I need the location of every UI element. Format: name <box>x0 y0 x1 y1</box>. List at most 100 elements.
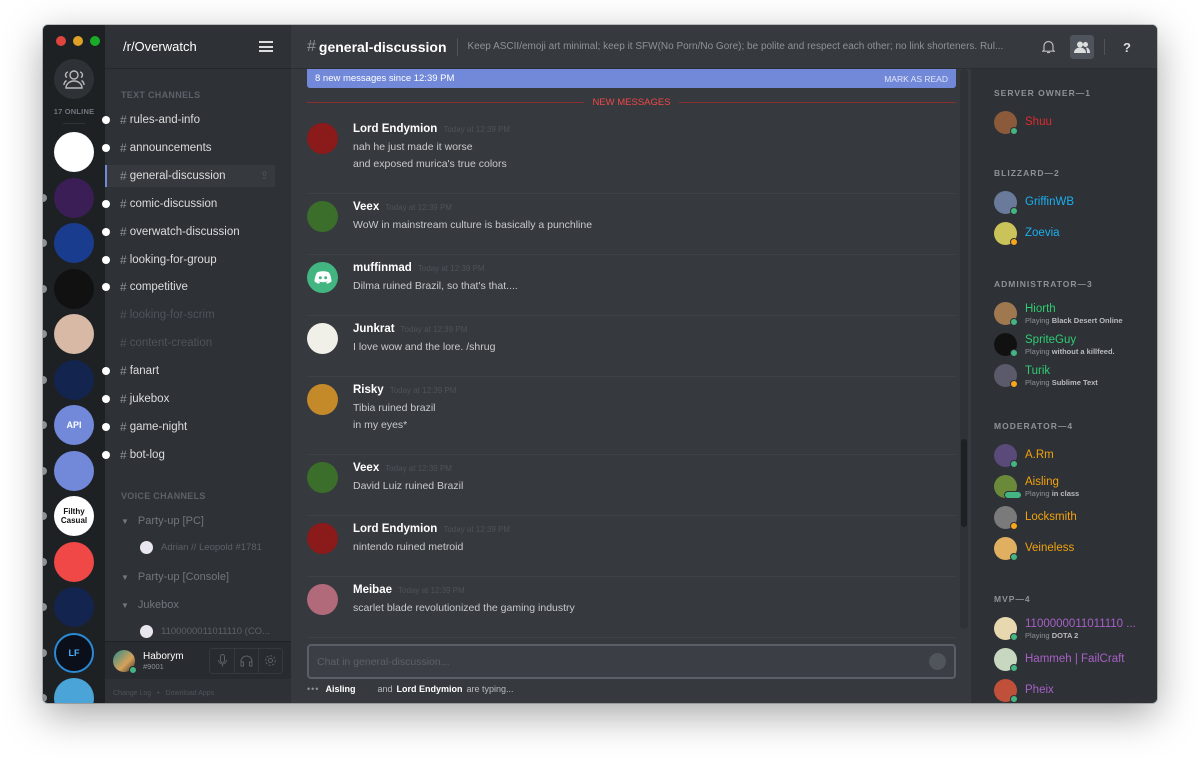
member-item[interactable]: Turik Playing Sublime Text <box>994 364 1154 388</box>
message-author[interactable]: Risky Today at 12:39 PM <box>353 384 456 396</box>
channel-label: looking-for-scrim <box>129 309 215 322</box>
server-lf[interactable]: LF <box>54 632 94 673</box>
channel-topic[interactable]: Keep ASCII/emoji art minimal; keep it SF… <box>468 41 1043 52</box>
channel-fanart[interactable]: # fanart <box>102 360 291 382</box>
channel-announcements[interactable]: # announcements <box>102 137 291 159</box>
change-log-link[interactable]: Change Log <box>113 690 151 697</box>
friends-icon <box>63 70 85 89</box>
text-channels-category[interactable]: TEXT CHANNELS <box>121 90 200 100</box>
message-avatar[interactable] <box>307 584 338 615</box>
channel-label: competitive <box>129 281 188 294</box>
message-author[interactable]: Lord Endymion Today at 12:39 PM <box>353 523 510 535</box>
server-discord-blurple[interactable] <box>54 132 94 172</box>
server-curly-hair[interactable] <box>54 678 94 703</box>
typing-indicator: ••• Aisling and Lord Endymion are typing… <box>307 684 514 694</box>
typing-user-2: Lord Endymion <box>396 684 463 694</box>
server-tools[interactable] <box>54 541 94 582</box>
help-button[interactable]: ? <box>1115 35 1139 59</box>
server-heroes-1[interactable] <box>54 359 94 400</box>
member-item[interactable]: Shuu <box>994 111 1154 135</box>
member-item[interactable]: 1100000011011110 ... Playing DOTA 2 <box>994 617 1154 641</box>
member-item[interactable]: Zoevia <box>994 222 1154 246</box>
microphone-button[interactable] <box>210 649 234 673</box>
member-list-toggle[interactable] <box>1070 35 1094 59</box>
member-activity: Playing Black Desert Online <box>1025 316 1123 325</box>
voice-channels-category[interactable]: VOICE CHANNELS <box>121 491 206 501</box>
channel-looking-for-group[interactable]: # looking-for-group <box>102 249 291 271</box>
voice-user[interactable]: 1100000011011110 (CO... <box>140 625 270 638</box>
channel-jukebox[interactable]: # jukebox <box>102 388 291 410</box>
mark-as-read-button[interactable]: MARK AS READ <box>884 74 948 84</box>
server-hearthstone[interactable] <box>54 177 94 218</box>
status-online-icon <box>1010 207 1018 215</box>
member-item[interactable]: A.Rm <box>994 444 1154 468</box>
minimize-window-button[interactable] <box>73 36 83 46</box>
notifications-button[interactable] <box>1036 35 1060 59</box>
server-filthy-casual[interactable]: Filthy Casual <box>54 496 94 536</box>
user-avatar[interactable] <box>113 649 137 674</box>
close-window-button[interactable] <box>56 36 66 46</box>
channel-rules-and-info[interactable]: # rules-and-info <box>102 109 291 131</box>
settings-button[interactable] <box>258 648 282 673</box>
maximize-window-button[interactable] <box>90 36 100 46</box>
message-author[interactable]: Lord Endymion Today at 12:39 PM <box>353 123 510 135</box>
message-text: nintendo ruined metroid <box>353 541 464 553</box>
voice-channel[interactable]: ▼ Party-up [Console] <box>121 571 229 583</box>
message-avatar[interactable] <box>307 123 338 154</box>
new-messages-banner[interactable]: 8 new messages since 12:39 PM MARK AS RE… <box>307 69 956 88</box>
message-avatar[interactable] <box>307 201 338 232</box>
message-author[interactable]: muffinmad Today at 12:39 PM <box>353 262 485 274</box>
channel-competitive[interactable]: # competitive <box>102 276 291 298</box>
channel-game-night[interactable]: # game-night <box>102 416 291 438</box>
message-author[interactable]: Veex Today at 12:39 PM <box>353 201 452 213</box>
voice-channel[interactable]: ▼ Jukebox <box>121 599 179 611</box>
message-author[interactable]: Junkrat Today at 12:39 PM <box>353 323 467 335</box>
member-item[interactable]: Pheix <box>994 679 1154 703</box>
message-author[interactable]: Veex Today at 12:39 PM <box>353 462 452 474</box>
voice-user[interactable]: Adrian // Leopold #1781 <box>140 541 262 554</box>
message-avatar[interactable] <box>307 523 338 554</box>
member-item[interactable]: Locksmith <box>994 506 1154 530</box>
message-author[interactable]: Meibae Today at 12:39 PM <box>353 584 465 596</box>
role-header: BLIZZARD—2 <box>994 168 1060 178</box>
menu-icon[interactable] <box>259 41 273 52</box>
activity-prefix: Playing <box>1025 378 1052 387</box>
voice-channel-name: Party-up [Console] <box>137 571 230 583</box>
channel-general-discussion[interactable]: # general-discussion ⇪ <box>105 164 275 187</box>
channel-looking-for-scrim[interactable]: # looking-for-scrim <box>105 304 291 326</box>
channel-comic-discussion[interactable]: # comic-discussion <box>102 193 291 215</box>
server-spaceship[interactable] <box>54 268 94 309</box>
server-heroes-2[interactable] <box>54 587 94 627</box>
message-avatar[interactable] <box>307 323 338 354</box>
member-item[interactable]: Hammeh | FailCraft <box>994 648 1154 672</box>
member-item[interactable]: GriffinWB <box>994 191 1154 215</box>
member-item[interactable]: Aisling Playing in class <box>994 475 1154 499</box>
headphones-button[interactable] <box>234 648 258 673</box>
server-person[interactable] <box>54 314 94 354</box>
chat-scrollbar[interactable] <box>960 69 968 629</box>
message-avatar[interactable] <box>307 262 338 293</box>
chat-scrollbar-thumb[interactable] <box>961 439 967 527</box>
activity-game: Sublime Text <box>1051 378 1098 387</box>
status-online-icon <box>1010 127 1018 135</box>
member-item[interactable]: SpriteGuy Playing without a killfeed. <box>994 333 1154 357</box>
channel-overwatch-discussion[interactable]: # overwatch-discussion <box>102 221 291 243</box>
friends-button[interactable] <box>54 59 94 99</box>
emoji-picker-icon[interactable] <box>929 653 946 670</box>
status-online-icon <box>1010 633 1018 641</box>
message-avatar[interactable] <box>307 384 338 415</box>
message-avatar[interactable] <box>307 462 338 493</box>
channel-bot-log[interactable]: # bot-log <box>102 444 291 466</box>
voice-channel[interactable]: ▼ Party-up [PC] <box>121 515 204 527</box>
download-apps-link[interactable]: Download Apps <box>166 690 215 697</box>
chat-header: # general-discussion Keep ASCII/emoji art… <box>291 25 1157 69</box>
server-header[interactable]: /r/Overwatch <box>105 25 291 69</box>
server-reddit-bot[interactable] <box>54 223 94 263</box>
member-item[interactable]: Hiorth Playing Black Desert Online <box>994 302 1154 326</box>
channel-content-creation[interactable]: # content-creation <box>105 332 291 354</box>
server-discord-api[interactable]: API <box>54 405 94 445</box>
member-item[interactable]: Veineless <box>994 537 1154 561</box>
server-discord-dev[interactable] <box>54 450 94 491</box>
message-input[interactable]: Chat in general-discussion... <box>307 644 956 679</box>
invite-icon[interactable]: ⇪ <box>260 169 269 182</box>
